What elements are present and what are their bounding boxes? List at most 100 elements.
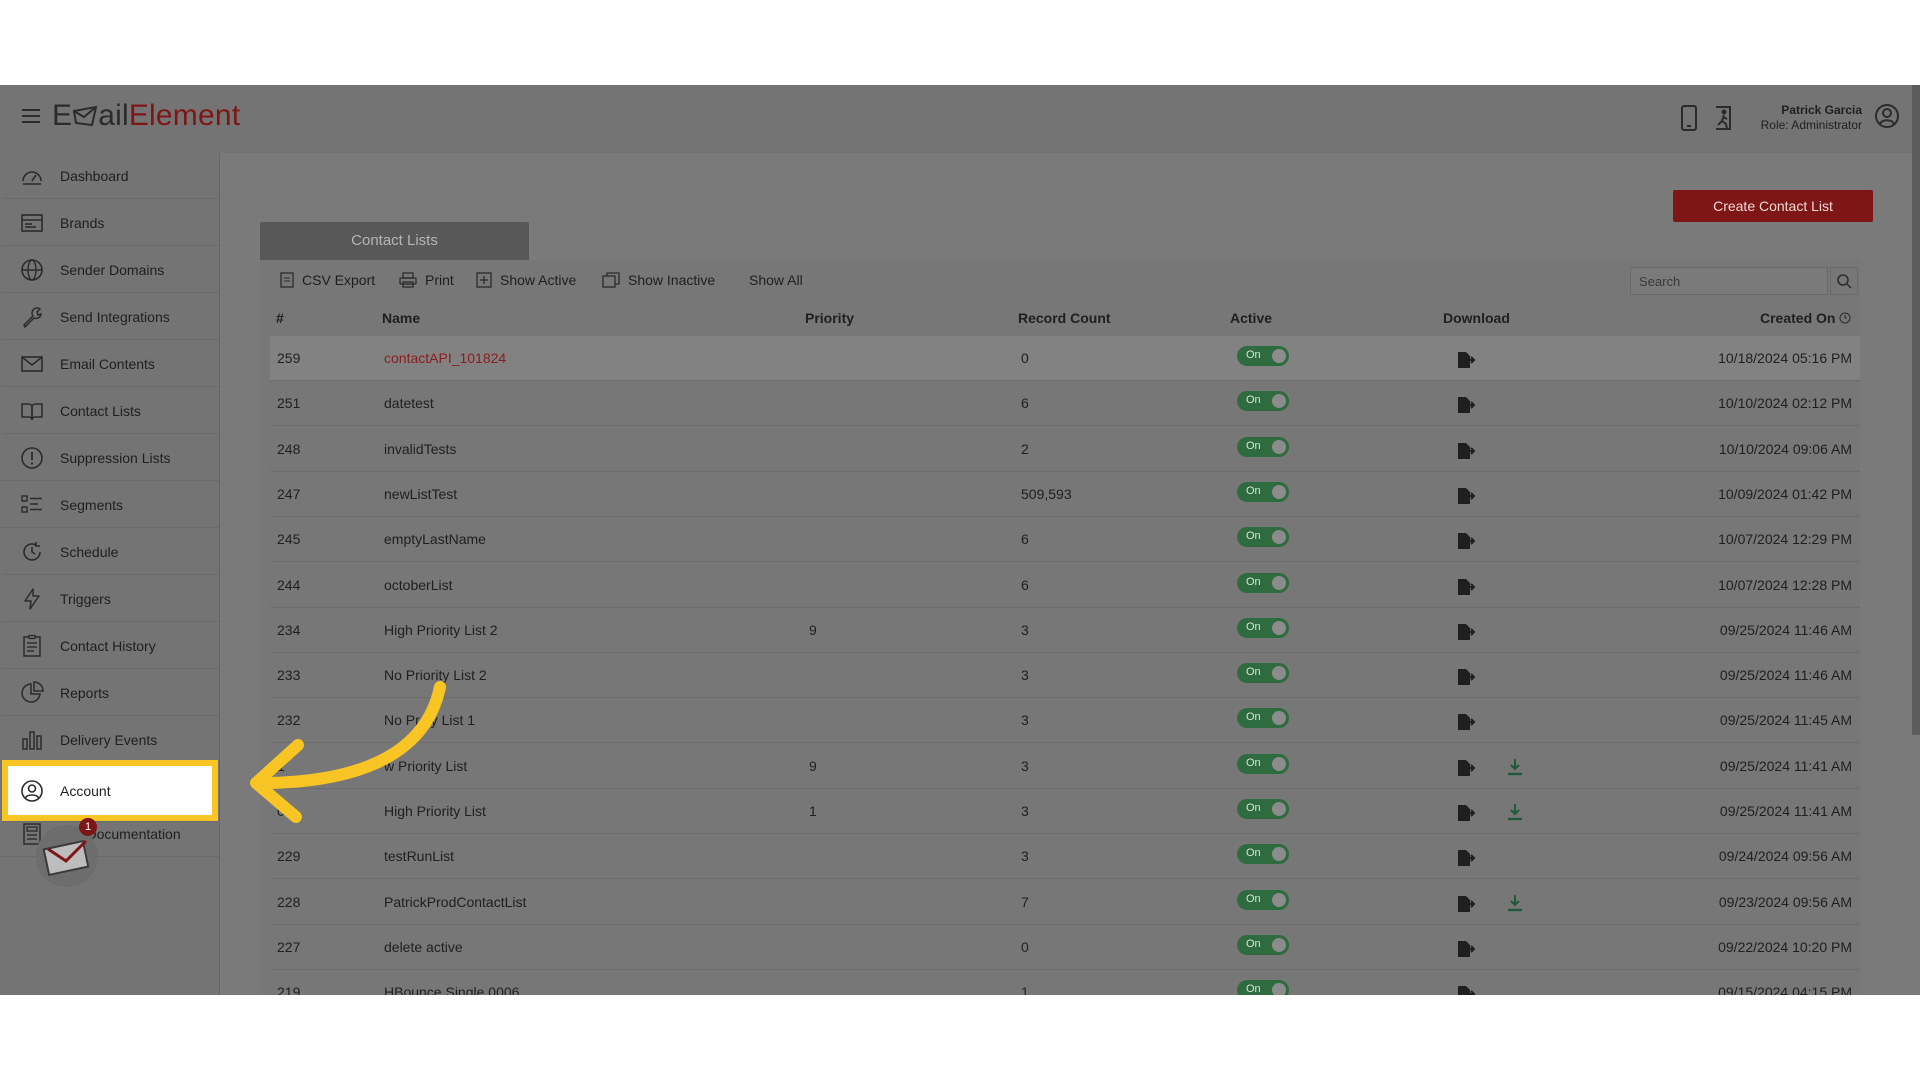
export-file-icon[interactable]	[1456, 351, 1476, 369]
sidebar-item-segments[interactable]: Segments	[2, 482, 219, 528]
table-row[interactable]: 228 PatrickProdContactList 7 On 09/23/2024 0…	[270, 880, 1860, 925]
download-icon[interactable]	[1506, 893, 1524, 913]
active-toggle[interactable]: On	[1237, 889, 1289, 910]
active-toggle[interactable]: On	[1237, 980, 1289, 995]
download-icon[interactable]	[1506, 802, 1524, 822]
column-header-record-count[interactable]: Record Count	[1018, 310, 1111, 326]
table-row[interactable]: 232 No Pr ity List 1 3 On 09/25/2024 11:45 A…	[270, 698, 1860, 744]
column-header-download[interactable]: Download	[1443, 310, 1510, 326]
cell-created-on: 10/18/2024 05:16 PM	[1718, 350, 1852, 366]
show-active-button[interactable]: Show Active	[476, 270, 576, 290]
table-row[interactable]: 0 High Priority List 1 3 On 09/25/2024 11:41 …	[270, 789, 1860, 834]
search-button[interactable]	[1830, 267, 1858, 295]
table-row[interactable]: 1 w Priority List 9 3 On 09/25/2024 11:41 AM	[270, 744, 1860, 789]
table-row[interactable]: 259 contactAPI_101824 0 On 10/18/2024 05:16 …	[270, 336, 1860, 381]
toggle-knob	[1272, 666, 1286, 681]
active-toggle[interactable]: On	[1237, 436, 1289, 457]
export-file-icon[interactable]	[1456, 668, 1476, 686]
column-header-id[interactable]: #	[276, 310, 284, 326]
table-row[interactable]: 233 No Priority List 2 3 On 09/25/2024 11:46…	[270, 653, 1860, 699]
cell-created-on: 09/25/2024 11:45 AM	[1719, 712, 1852, 729]
sidebar-item-account-inner[interactable]: Account	[8, 766, 212, 815]
export-file-icon[interactable]	[1456, 532, 1476, 550]
table-row[interactable]: 251 datetest 6 On 10/10/2024 02:12 PM	[270, 381, 1860, 427]
table-row[interactable]: 245 emptyLastName 6 On 10/07/2024 12:29 PM	[270, 517, 1860, 563]
print-label: Print	[425, 272, 454, 288]
active-toggle[interactable]: On	[1237, 708, 1289, 729]
toggle-label: On	[1246, 983, 1261, 995]
column-header-created-on[interactable]: Created On	[1760, 310, 1851, 326]
export-file-icon[interactable]	[1456, 895, 1476, 913]
export-file-icon[interactable]	[1456, 985, 1476, 995]
active-toggle[interactable]: On	[1237, 572, 1289, 593]
table-row[interactable]: 227 delete active 0 On 09/22/2024 10:20 PM	[270, 925, 1860, 970]
active-toggle[interactable]: On	[1237, 663, 1289, 684]
user-avatar-icon[interactable]	[1874, 103, 1900, 129]
table-row[interactable]: 248 invalidTests 2 On 10/10/2024 09:06 AM	[270, 427, 1860, 472]
cell-id: 245	[277, 531, 301, 548]
table-row[interactable]: 244 octoberList 6 On 10/07/2024 12:28 PM	[270, 563, 1860, 608]
sidebar-item-sender-domains[interactable]: Sender Domains	[2, 247, 219, 293]
sidebar-item-delivery-events[interactable]: Delivery Events	[2, 717, 219, 763]
sidebar-item-send-integrations[interactable]: Send Integrations	[2, 294, 219, 340]
sidebar-item-triggers[interactable]: Triggers	[2, 576, 219, 622]
sidebar-item-reports[interactable]: Reports	[2, 670, 219, 716]
print-button[interactable]: Print	[399, 270, 454, 290]
download-icon[interactable]	[1506, 757, 1524, 777]
logout-icon[interactable]	[1712, 105, 1736, 131]
table-row[interactable]: 234 High Priority List 2 9 3 On 09/25/2024 11…	[270, 608, 1860, 653]
sidebar-item-contact-history[interactable]: Contact History	[2, 623, 219, 669]
sidebar-item-email-contents[interactable]: Email Contents	[2, 341, 219, 387]
active-toggle[interactable]: On	[1237, 844, 1289, 865]
page-scrollbar[interactable]	[1912, 85, 1920, 735]
sidebar-item-api-documentation[interactable]: API Documentation	[2, 811, 219, 857]
export-file-icon[interactable]	[1456, 804, 1476, 822]
cell-id: 229	[277, 848, 301, 865]
cell-name: delete active	[384, 938, 463, 955]
active-toggle[interactable]: On	[1237, 753, 1289, 774]
search-input[interactable]	[1630, 267, 1828, 295]
sidebar: Dashboard Brands Sender Domains Send Integr…	[0, 153, 220, 995]
export-file-icon[interactable]	[1456, 849, 1476, 867]
show-all-button[interactable]: Show All	[749, 270, 803, 290]
export-file-icon[interactable]	[1456, 442, 1476, 460]
export-file-icon[interactable]	[1456, 487, 1476, 505]
column-header-active[interactable]: Active	[1230, 310, 1272, 326]
sidebar-item-label: Triggers	[60, 590, 111, 607]
table-row[interactable]: 219 HBounce Single 0006 1 On 09/15/2024 04:1…	[270, 970, 1860, 995]
toggle-label: On	[1246, 847, 1261, 860]
sidebar-item-suppression-lists[interactable]: Suppression Lists	[2, 435, 219, 481]
active-toggle[interactable]: On	[1237, 391, 1289, 412]
hamburger-menu-icon[interactable]	[22, 109, 40, 123]
export-file-icon[interactable]	[1456, 713, 1476, 731]
create-contact-list-button[interactable]: Create Contact List	[1673, 190, 1873, 222]
tab-contact-lists[interactable]: Contact Lists	[260, 222, 529, 260]
active-toggle[interactable]: On	[1237, 527, 1289, 548]
table-row[interactable]: 247 newListTest 509,593 On 10/09/2024 01:42 …	[270, 472, 1860, 517]
export-file-icon[interactable]	[1456, 759, 1476, 777]
active-toggle[interactable]: On	[1237, 617, 1289, 638]
sidebar-item-brands[interactable]: Brands	[2, 200, 219, 246]
active-toggle[interactable]: On	[1237, 481, 1289, 502]
cell-name[interactable]: contactAPI_101824	[384, 350, 506, 366]
sidebar-item-schedule[interactable]: Schedule	[2, 529, 219, 575]
export-file-icon[interactable]	[1456, 623, 1476, 641]
export-file-icon[interactable]	[1456, 396, 1476, 414]
table-row[interactable]: 229 testRunList 3 On 09/24/2024 09:56 AM	[270, 834, 1860, 880]
sidebar-item-dashboard[interactable]: Dashboard	[2, 153, 219, 199]
active-toggle[interactable]: On	[1237, 346, 1289, 366]
column-header-name[interactable]: Name	[382, 310, 420, 326]
toggle-label: On	[1246, 394, 1261, 407]
csv-export-button[interactable]: CSV Export	[280, 270, 375, 290]
app-logo[interactable]: EailElement	[52, 99, 240, 133]
show-inactive-button[interactable]: Show Inactive	[602, 270, 715, 290]
cell-created-on: 10/10/2024 02:12 PM	[1718, 395, 1852, 412]
sidebar-item-contact-lists[interactable]: Contact Lists	[2, 388, 219, 434]
export-file-icon[interactable]	[1456, 578, 1476, 596]
mobile-icon[interactable]	[1680, 105, 1698, 131]
export-file-icon[interactable]	[1456, 940, 1476, 958]
cell-name: w Priority List	[384, 757, 468, 774]
column-header-priority[interactable]: Priority	[805, 310, 854, 326]
active-toggle[interactable]: On	[1237, 934, 1289, 955]
active-toggle[interactable]: On	[1237, 799, 1289, 819]
